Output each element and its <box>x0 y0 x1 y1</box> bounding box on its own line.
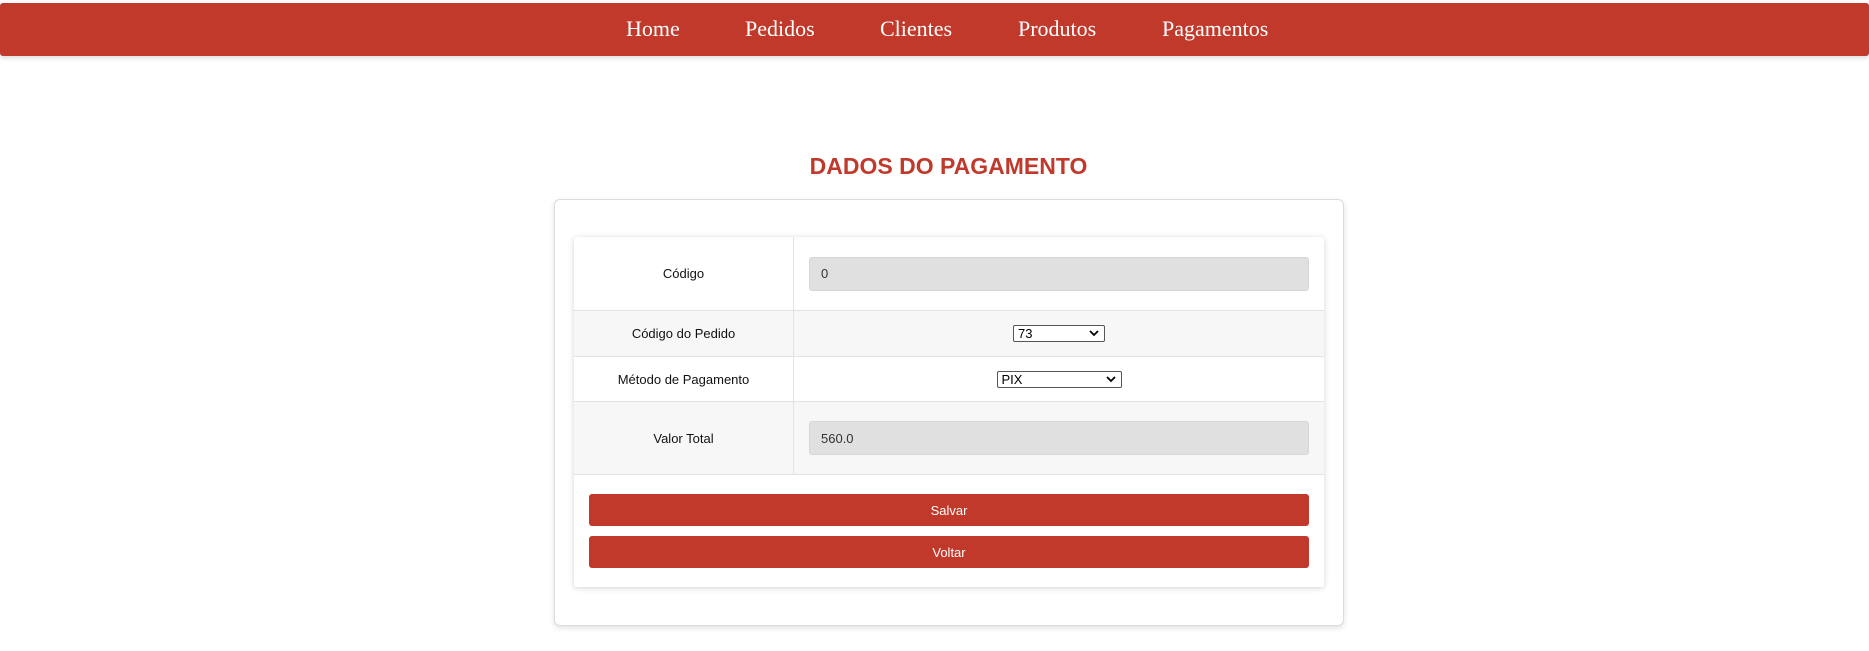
form-row-codigo: Código <box>574 237 1324 311</box>
back-button[interactable]: Voltar <box>589 536 1309 568</box>
nav-link-pagamentos[interactable]: Pagamentos <box>1162 16 1268 42</box>
form-row-valor: Valor Total <box>574 402 1324 475</box>
valor-value-cell <box>794 402 1324 474</box>
valor-input[interactable] <box>809 421 1309 455</box>
form-row-pedido: Código do Pedido 73 <box>574 311 1324 357</box>
metodo-value-cell: PIX <box>794 357 1324 401</box>
form-row-metodo: Método de Pagamento PIX <box>574 357 1324 402</box>
codigo-input[interactable] <box>809 256 1309 291</box>
nav-link-pedidos[interactable]: Pedidos <box>745 16 815 42</box>
codigo-label: Código <box>574 237 794 310</box>
payment-form: Código Código do Pedido 73 Método de Pag… <box>574 237 1324 587</box>
metodo-label: Método de Pagamento <box>574 357 794 401</box>
chevron-down-icon <box>1089 330 1099 337</box>
nav-link-home[interactable]: Home <box>626 16 680 42</box>
pedido-select-value: 73 <box>1018 326 1033 341</box>
pedido-label: Código do Pedido <box>574 311 794 356</box>
metodo-select-value: PIX <box>1001 371 1023 387</box>
top-navbar: Home Pedidos Clientes Produtos Pagamento… <box>0 3 1869 56</box>
chevron-down-icon <box>1105 375 1116 382</box>
codigo-value-cell <box>794 237 1324 310</box>
metodo-select[interactable]: PIX <box>996 370 1122 388</box>
pedido-value-cell: 73 <box>794 311 1324 356</box>
page-title: DADOS DO PAGAMENTO <box>809 153 1088 179</box>
nav-link-clientes[interactable]: Clientes <box>880 16 952 42</box>
valor-label: Valor Total <box>574 402 794 474</box>
save-button[interactable]: Salvar <box>589 494 1309 526</box>
nav-link-produtos[interactable]: Produtos <box>1018 16 1096 42</box>
pedido-select[interactable]: 73 <box>1013 325 1105 342</box>
